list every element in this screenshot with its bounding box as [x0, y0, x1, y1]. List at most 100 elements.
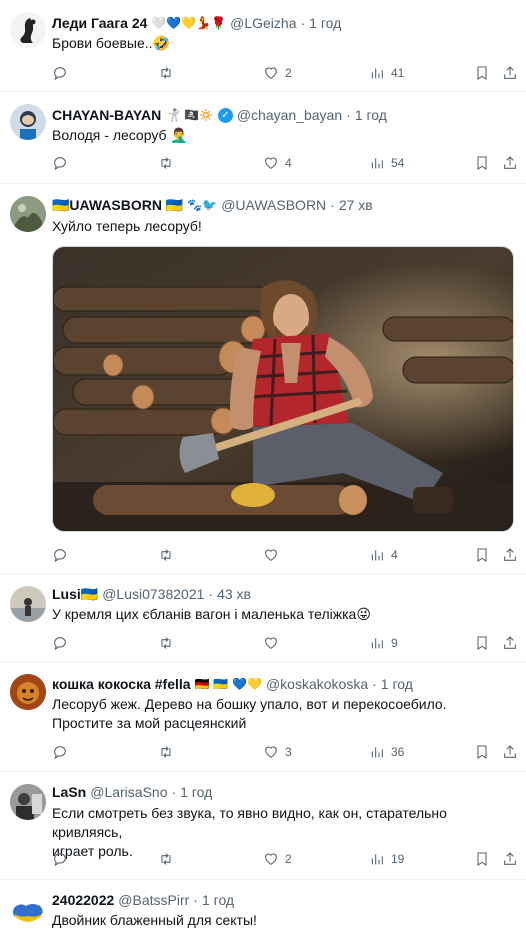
like-button[interactable] [263, 633, 285, 653]
tweet-image[interactable] [52, 246, 514, 532]
timestamp[interactable]: 1 год [180, 782, 212, 802]
avatar[interactable] [10, 12, 46, 48]
display-name[interactable]: кошка кокоска #fella [52, 674, 191, 694]
tweet[interactable]: 24022022 @BatssPirr · 1 год Двойник блаж… [0, 880, 526, 935]
tweet-header: 🇺🇦UAWASBORN 🇺🇦 🐾🐦 @UAWASBORN · 27 хв [52, 195, 373, 215]
avatar[interactable] [10, 674, 46, 710]
user-handle[interactable]: @chayan_bayan [237, 105, 342, 125]
share-button[interactable] [502, 633, 518, 653]
tweet-header: 24022022 @BatssPirr · 1 год [52, 890, 234, 910]
separator: · [372, 676, 377, 692]
views-button[interactable]: 41 [369, 63, 404, 83]
bookmark-button[interactable] [474, 153, 490, 173]
retweet-button[interactable] [158, 633, 174, 653]
view-count: 36 [391, 745, 405, 759]
timestamp[interactable]: 1 год [381, 674, 413, 694]
bookmark-button[interactable] [474, 742, 490, 762]
tweet-text: У кремля цих єбланів вагон і маленька те… [52, 605, 512, 624]
share-button[interactable] [502, 545, 518, 565]
retweet-button[interactable] [158, 63, 174, 83]
timestamp[interactable]: 27 хв [339, 195, 373, 215]
views-button[interactable]: 9 [369, 633, 398, 653]
user-handle[interactable]: @UAWASBORN [221, 195, 326, 215]
display-name[interactable]: 🇺🇦UAWASBORN 🇺🇦 [52, 195, 183, 215]
tweet[interactable]: Lusi🇺🇦 @Lusi07382021 · 43 хв У кремля ци… [0, 574, 526, 662]
reply-button[interactable] [52, 63, 68, 83]
tweet-header: кошка кокоска #fella 🇩🇪 🇺🇦 💙💛 @koskakoko… [52, 674, 413, 694]
display-name[interactable]: LaSn [52, 782, 86, 802]
user-handle[interactable]: @BatssPirr [118, 890, 189, 910]
reply-icon [54, 853, 66, 867]
like-count: 2 [285, 66, 292, 80]
text-line: Простите за мой расцеянский [52, 715, 247, 731]
retweet-icon [161, 853, 171, 865]
reply-button[interactable] [52, 633, 68, 653]
tweet-header: LaSn @LarisaSno · 1 год [52, 782, 212, 802]
heart-icon [265, 746, 277, 758]
avatar[interactable] [10, 586, 46, 622]
display-name[interactable]: Леди Гаага 24 [52, 13, 147, 33]
like-button[interactable]: 2 [263, 849, 292, 869]
tweet[interactable]: CHAYAN-BAYAN 🤺 🏴‍☠️🔅 ✓ @chayan_bayan · 1… [0, 92, 526, 184]
retweet-button[interactable] [158, 742, 174, 762]
tweet-text: Брови боевые..🤣 [52, 34, 512, 53]
share-button[interactable] [502, 153, 518, 173]
separator: · [346, 107, 351, 123]
views-button[interactable]: 4 [369, 545, 398, 565]
views-icon [371, 747, 383, 758]
timestamp[interactable]: 43 хв [217, 584, 251, 604]
separator: · [300, 15, 306, 31]
share-button[interactable] [502, 63, 518, 83]
reply-button[interactable] [52, 153, 68, 173]
like-button[interactable] [263, 545, 285, 565]
timestamp[interactable]: 1 год [355, 105, 387, 125]
reply-icon [54, 67, 66, 81]
verified-badge-icon: ✓ [217, 107, 233, 123]
reply-button[interactable] [52, 742, 68, 762]
share-button[interactable] [502, 849, 518, 869]
bookmark-icon [477, 636, 487, 650]
timestamp[interactable]: 1 год [202, 890, 234, 910]
avatar[interactable] [10, 892, 46, 928]
display-name[interactable]: 24022022 [52, 890, 114, 910]
user-handle[interactable]: @koskakokoska [266, 674, 368, 694]
separator: · [193, 892, 198, 908]
retweet-icon [161, 549, 171, 561]
reply-button[interactable] [52, 545, 68, 565]
share-icon [504, 852, 516, 865]
bookmark-button[interactable] [474, 63, 490, 83]
retweet-button[interactable] [158, 849, 174, 869]
like-button[interactable]: 3 [263, 742, 292, 762]
retweet-button[interactable] [158, 545, 174, 565]
views-button[interactable]: 19 [369, 849, 404, 869]
retweet-button[interactable] [158, 153, 174, 173]
views-button[interactable]: 54 [369, 153, 404, 173]
share-button[interactable] [502, 742, 518, 762]
bookmark-button[interactable] [474, 849, 490, 869]
display-name[interactable]: Lusi🇺🇦 [52, 584, 98, 604]
avatar[interactable] [10, 784, 46, 820]
tweet[interactable]: Леди Гаага 24 🤍💙💛💃🌹 @LGeizha · 1 год Бро… [0, 0, 526, 92]
text-line: Брови боевые..🤣 [52, 35, 170, 51]
tweet[interactable]: LaSn @LarisaSno · 1 год Если смотреть бе… [0, 772, 526, 880]
views-icon [371, 158, 383, 169]
bookmark-button[interactable] [474, 633, 490, 653]
reply-button[interactable] [52, 849, 68, 869]
timestamp[interactable]: 1 год [309, 13, 341, 33]
user-handle[interactable]: @Lusi07382021 [102, 584, 204, 604]
display-name[interactable]: CHAYAN-BAYAN [52, 105, 161, 125]
views-button[interactable]: 36 [369, 742, 404, 762]
like-button[interactable]: 2 [263, 63, 292, 83]
tweet-text: Лесоруб жеж. Дерево на бошку упало, вот … [52, 695, 512, 733]
like-button[interactable]: 4 [263, 153, 292, 173]
tweet[interactable]: кошка кокоска #fella 🇩🇪 🇺🇦 💙💛 @koskakoko… [0, 662, 526, 772]
bookmark-button[interactable] [474, 545, 490, 565]
user-handle[interactable]: @LGeizha [230, 13, 296, 33]
heart-icon [265, 67, 277, 79]
user-handle[interactable]: @LarisaSno [90, 782, 167, 802]
bookmark-icon [477, 66, 487, 80]
avatar[interactable] [10, 104, 46, 140]
avatar[interactable] [10, 196, 46, 232]
tweet[interactable]: 🇺🇦UAWASBORN 🇺🇦 🐾🐦 @UAWASBORN · 27 хв Хуй… [0, 184, 526, 574]
tweet-text: Хуйло теперь лесоруб! [52, 217, 512, 236]
